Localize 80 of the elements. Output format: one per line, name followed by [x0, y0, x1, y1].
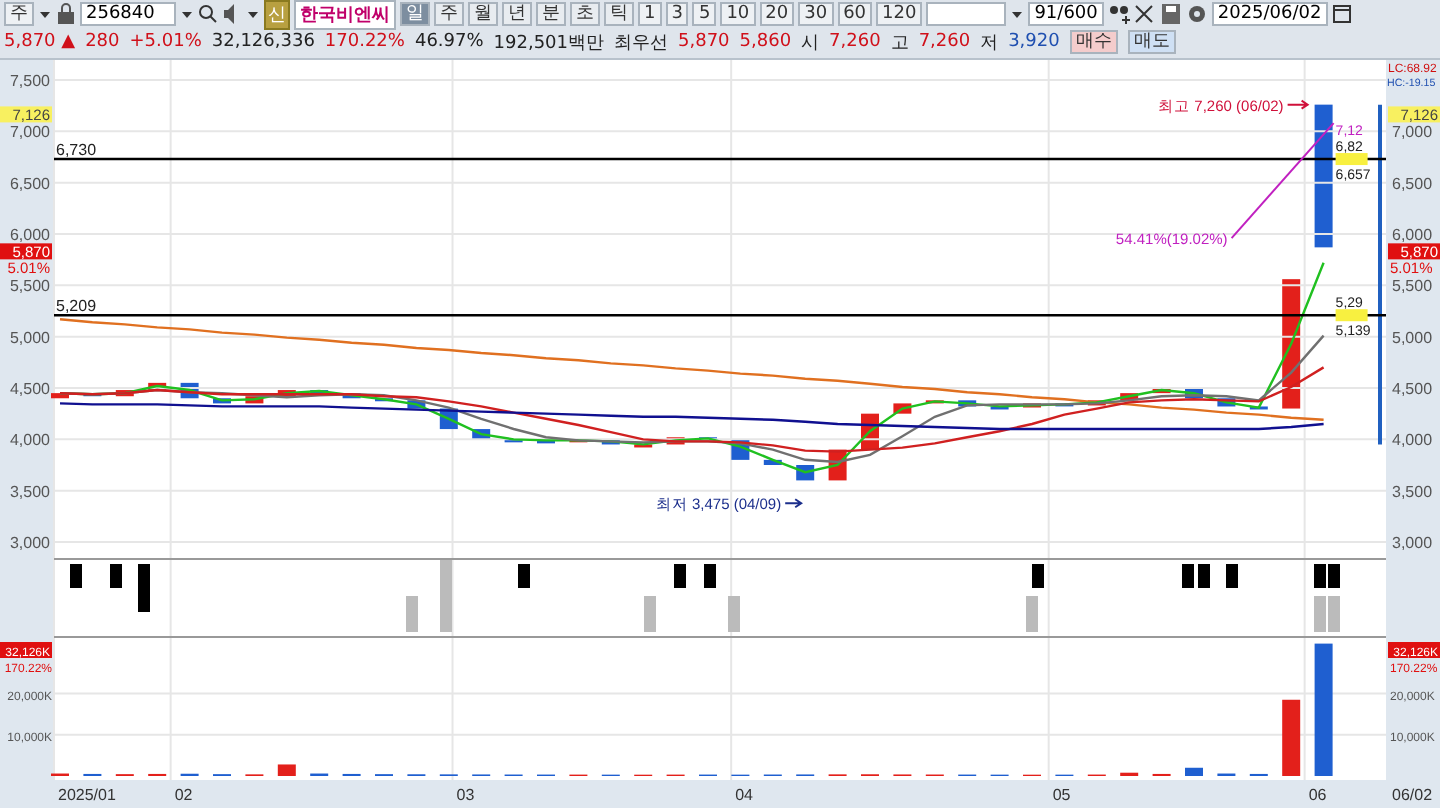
price-axis-label: 3,500 — [9, 482, 50, 501]
reference-line-label: 5,209 — [56, 297, 97, 316]
period-tab[interactable]: 분 — [536, 2, 566, 26]
price-axis-label: 5,000 — [1392, 328, 1433, 347]
quote-value: 저 — [980, 31, 999, 55]
buy-button[interactable]: 매수 — [1069, 30, 1118, 54]
period-tab[interactable]: 월 — [468, 2, 498, 26]
account-menu[interactable]: 주 — [4, 2, 34, 26]
quote-value: 시 — [801, 31, 820, 55]
quote-value: 5,870 — [678, 32, 730, 52]
interval-button[interactable]: 20 — [759, 2, 795, 26]
lock-icon[interactable] — [56, 2, 76, 26]
quote-value: 7,260 — [829, 32, 881, 52]
scissors-icon[interactable] — [1133, 2, 1156, 26]
view-count[interactable]: 91/600 — [1028, 2, 1104, 26]
sell-button[interactable]: 매도 — [1127, 30, 1176, 54]
settings-icon[interactable] — [1185, 2, 1208, 26]
interval-button[interactable]: 1 — [638, 2, 662, 26]
quote-value: 32,126,336 — [211, 32, 315, 52]
reference-line-label: 6,730 — [56, 141, 97, 160]
period-tab[interactable]: 주 — [434, 2, 464, 26]
interval-button[interactable]: 10 — [720, 2, 756, 26]
price-axis-label: 4,500 — [1392, 380, 1433, 398]
date-field[interactable]: 2025/06/02 — [1211, 2, 1328, 26]
price-axis-label: 3,000 — [9, 534, 50, 552]
price-axis-label: 7,500 — [9, 72, 50, 90]
date-axis-label: 2025/01 — [58, 786, 116, 804]
stock-name[interactable]: 한국비엔씨 — [294, 0, 396, 29]
date-axis-label: 03 — [456, 786, 475, 804]
save-icon[interactable] — [1159, 2, 1182, 26]
interval-button[interactable]: 30 — [798, 2, 834, 26]
interval-button[interactable]: 60 — [837, 2, 873, 26]
candlestick — [1314, 104, 1333, 248]
price-axis-label: 7,000 — [9, 123, 50, 142]
price-axis-label: 3,000 — [1392, 534, 1433, 552]
quote-value: 7,260 — [918, 32, 971, 52]
price-axis-label: 6,500 — [1392, 174, 1433, 193]
quote-value: 5,870 ▲ — [4, 32, 76, 52]
price-axis-label: 6,000 — [9, 226, 50, 244]
price-axis-label: 5,000 — [9, 328, 50, 347]
cursor-date-label: 06/02 — [1392, 786, 1433, 804]
period-tab[interactable]: 틱 — [604, 2, 634, 26]
price-axis-label: 6,500 — [9, 174, 50, 193]
quote-value: +5.01% — [129, 32, 202, 52]
date-axis-label: 05 — [1052, 786, 1071, 804]
interval-button[interactable]: 5 — [692, 2, 717, 26]
price-axis-label: 4,500 — [9, 380, 50, 398]
interval-button[interactable]: 3 — [665, 2, 689, 26]
trend-line — [1230, 122, 1335, 240]
price-axis-label: 3,500 — [1392, 482, 1433, 501]
pointer-arrow — [1286, 99, 1310, 110]
market-badge: 신 — [264, 0, 290, 29]
price-axis-label: 5,500 — [1392, 277, 1433, 296]
price-axis-label: 7,000 — [1392, 123, 1433, 142]
quote-value: 5,860 — [739, 32, 792, 52]
chart-tool-icon[interactable] — [1107, 2, 1130, 26]
date-axis-label: 04 — [735, 786, 753, 804]
search-icon[interactable] — [198, 2, 218, 26]
stock-code-field[interactable]: 256840 — [80, 2, 176, 26]
price-axis-label: 6,000 — [1392, 226, 1433, 244]
quote-value: 3,920 — [1008, 32, 1060, 52]
price-axis-label: 5,500 — [9, 277, 50, 296]
quote-value: 280 — [85, 32, 120, 52]
date-axis-label: 06 — [1308, 786, 1327, 804]
period-tab[interactable]: 년 — [502, 2, 532, 26]
price-axis-label: 4,000 — [1392, 431, 1433, 450]
quote-value: 최우선 — [614, 31, 669, 55]
period-tab[interactable]: 초 — [570, 2, 600, 26]
price-axis-label: 4,000 — [9, 431, 50, 450]
quote-value: 고 — [890, 31, 909, 55]
calendar-icon[interactable] — [1331, 2, 1352, 26]
blank-field[interactable] — [926, 2, 1007, 26]
pointer-arrow — [784, 498, 803, 509]
interval-button[interactable]: 120 — [876, 2, 923, 26]
price-marker — [1335, 153, 1368, 166]
date-axis-label: 02 — [174, 786, 193, 804]
quote-value: 46.97% — [414, 32, 484, 52]
quote-value: 170.22% — [324, 32, 405, 52]
quote-value: 192,501백만 — [493, 31, 605, 55]
price-marker — [1335, 309, 1368, 322]
